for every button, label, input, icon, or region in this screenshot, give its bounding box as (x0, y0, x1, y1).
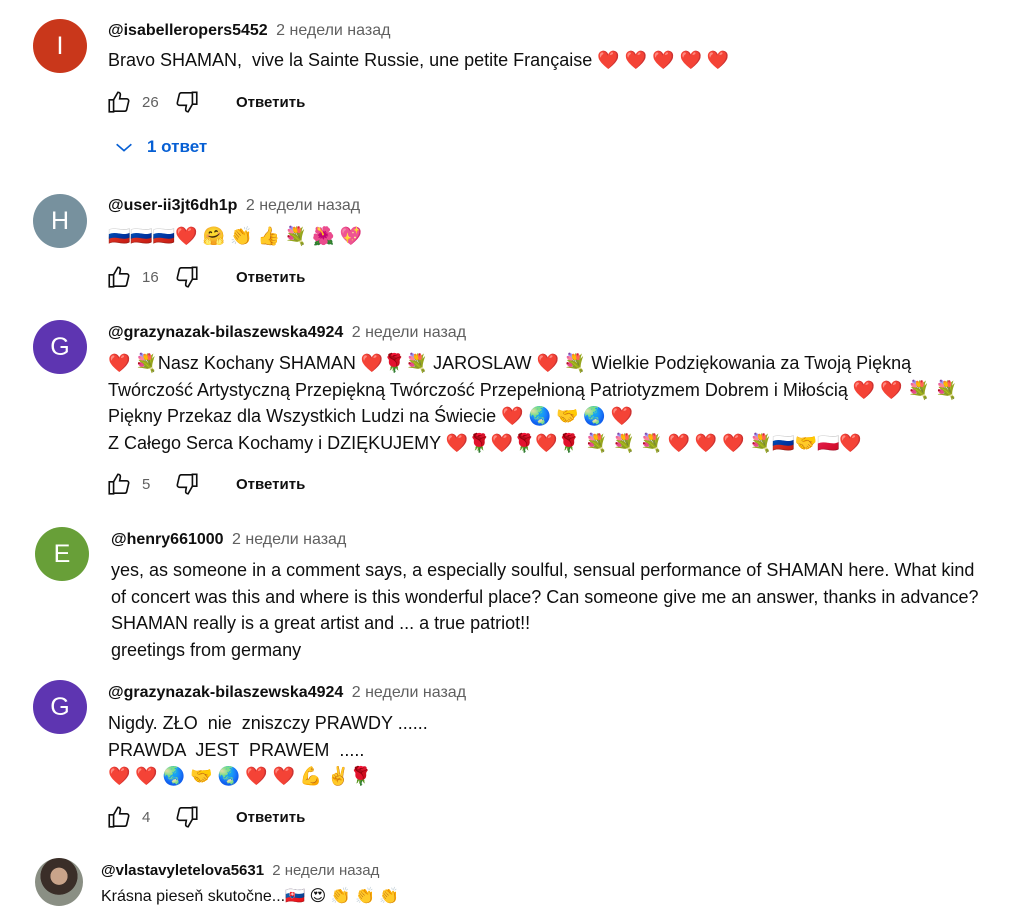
comment-line: Bravo SHAMAN, vive la Sainte Russie, une… (108, 50, 730, 70)
comment-line: Piękny Przekaz dla Wszystkich Ludzi na Ś… (108, 406, 634, 426)
avatar[interactable]: E (35, 527, 89, 581)
comment-text: ❤️ 💐Nasz Kochany SHAMAN ❤️🌹💐 JAROSLAW ❤️… (108, 350, 958, 456)
avatar[interactable]: H (33, 194, 87, 248)
comment-line: SHAMAN really is a great artist and ... … (111, 613, 531, 633)
comment-timestamp[interactable]: 2 недели назад (276, 22, 390, 39)
avatar[interactable]: I (33, 19, 87, 73)
comment-line: Nigdy. ZŁO nie zniszczy PRAWDY ...... (108, 713, 428, 733)
like-icon[interactable] (106, 264, 132, 290)
comment-line: Krásna pieseň skutočne...🇸🇰 😍 👏 👏 👏 (101, 888, 400, 905)
like-icon[interactable] (106, 804, 132, 830)
comment-timestamp[interactable]: 2 недели назад (232, 531, 346, 548)
comment-actions: 16 Ответить (106, 262, 305, 292)
author-name[interactable]: @isabelleropers5452 (108, 22, 268, 39)
dislike-icon[interactable] (174, 89, 200, 115)
chevron-down-icon (113, 136, 147, 158)
author-name[interactable]: @henry661000 (111, 531, 224, 548)
like-icon[interactable] (106, 89, 132, 115)
dislike-icon[interactable] (174, 471, 200, 497)
comment-timestamp[interactable]: 2 недели назад (352, 684, 466, 701)
reply-button[interactable]: Ответить (236, 809, 305, 826)
comment-text: yes, as someone in a comment says, a esp… (111, 557, 979, 663)
comment-text: Nigdy. ZŁO nie zniszczy PRAWDY ...... PR… (108, 710, 428, 790)
comment-header: @henry661000 2 недели назад (111, 531, 346, 549)
comment-header: @isabelleropers5452 2 недели назад (108, 22, 390, 40)
avatar-letter: E (53, 539, 71, 568)
comment-line: 🇷🇺🇷🇺🇷🇺❤️ 🤗 👏 👍 💐 🌺 💖 (108, 226, 363, 246)
like-icon[interactable] (106, 471, 132, 497)
avatar-letter: I (56, 31, 64, 60)
dislike-icon[interactable] (174, 804, 200, 830)
avatar[interactable] (35, 858, 83, 906)
comment-line: ❤️ ❤️ 🌏 🤝 🌏 ❤️ ❤️ 💪 ✌️🌹 (108, 766, 373, 786)
like-count: 16 (142, 268, 159, 286)
dislike-icon[interactable] (174, 264, 200, 290)
comment-header: @grazynazak-bilaszewska4924 2 недели наз… (108, 324, 466, 342)
comment-actions: 26 Ответить (106, 87, 305, 117)
avatar[interactable]: G (33, 320, 87, 374)
view-replies-button[interactable]: 1 ответ (113, 136, 207, 158)
comment-line: greetings from germany (111, 639, 302, 660)
comment-line: yes, as someone in a comment says, a esp… (111, 560, 975, 580)
replies-count: 1 ответ (147, 137, 208, 156)
author-name[interactable]: @user-ii3jt6dh1p (108, 197, 237, 214)
comment-line: Twórczość Artystyczną Przepiękną Twórczo… (108, 379, 958, 400)
reply-button[interactable]: Ответить (236, 94, 305, 111)
comment-line: Z Całego Serca Kochamy i DZIĘKUJEMY ❤️🌹❤… (108, 432, 862, 453)
avatar-letter: G (50, 332, 70, 361)
comment-actions: 5 Ответить (106, 469, 305, 499)
comment-actions: 4 Ответить (106, 802, 305, 832)
like-count: 4 (142, 808, 151, 826)
author-name[interactable]: @grazynazak-bilaszewska4924 (108, 324, 343, 341)
comment-timestamp[interactable]: 2 недели назад (246, 197, 360, 214)
reply-button[interactable]: Ответить (236, 269, 305, 286)
comment-line: of concert was this and where is this wo… (111, 586, 979, 607)
comment-text: 🇷🇺🇷🇺🇷🇺❤️ 🤗 👏 👍 💐 🌺 💖 (108, 223, 362, 250)
author-name[interactable]: @grazynazak-bilaszewska4924 (108, 684, 343, 701)
reply-button[interactable]: Ответить (236, 476, 305, 493)
avatar-letter: H (50, 206, 70, 235)
comment-line: ❤️ 💐Nasz Kochany SHAMAN ❤️🌹💐 JAROSLAW ❤️… (108, 353, 912, 373)
comment-text: Krásna pieseň skutočne...🇸🇰 😍 👏 👏 👏 (101, 885, 399, 909)
comment-header: @grazynazak-bilaszewska4924 2 недели наз… (108, 684, 466, 702)
like-count: 26 (142, 93, 159, 111)
like-count: 5 (142, 475, 151, 493)
comment-timestamp[interactable]: 2 недели назад (272, 862, 379, 879)
comment-header: @vlastavyletelova5631 2 недели назад (101, 862, 379, 879)
comment-timestamp[interactable]: 2 недели назад (352, 324, 466, 341)
avatar[interactable]: G (33, 680, 87, 734)
author-name[interactable]: @vlastavyletelova5631 (101, 862, 264, 879)
comment-text: Bravo SHAMAN, vive la Sainte Russie, une… (108, 47, 729, 74)
comment-header: @user-ii3jt6dh1p 2 недели назад (108, 197, 360, 215)
avatar-letter: G (50, 692, 70, 721)
comment-line: PRAWDA JEST PRAWEM ..... (108, 739, 365, 760)
